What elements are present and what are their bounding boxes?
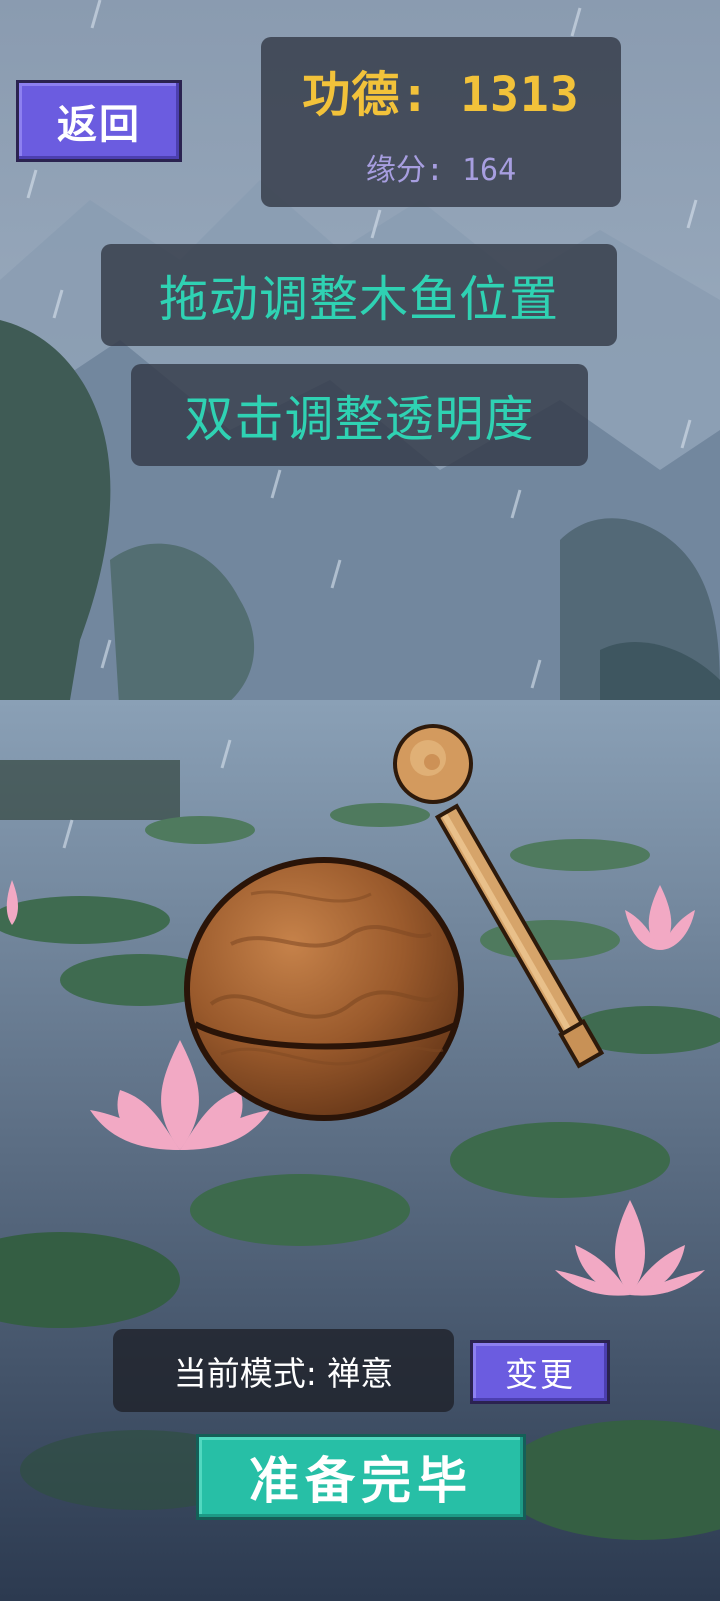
current-mode-label: 当前模式: 禅意	[173, 1353, 394, 1393]
fate-counter: 缘分: 164	[365, 153, 517, 188]
back-button[interactable]: 返回	[16, 80, 182, 162]
mode-panel: 当前模式: 禅意	[113, 1329, 454, 1412]
change-mode-button[interactable]: 变更	[470, 1340, 610, 1404]
drag-hint-panel: 拖动调整木鱼位置	[101, 244, 617, 346]
double-tap-hint-text: 双击调整透明度	[184, 390, 535, 448]
mallet-icon	[393, 724, 605, 1069]
ready-button-label: 准备完毕	[249, 1452, 473, 1510]
double-tap-hint-panel: 双击调整透明度	[131, 364, 588, 466]
score-panel: 功德: 1313 缘分: 164	[261, 37, 621, 207]
back-button-label: 返回	[57, 102, 141, 148]
merit-counter: 功德: 1313	[302, 67, 580, 123]
drag-hint-text: 拖动调整木鱼位置	[158, 270, 559, 328]
mallet[interactable]	[388, 722, 628, 1092]
change-mode-label: 变更	[505, 1355, 575, 1394]
ready-button[interactable]: 准备完毕	[196, 1434, 526, 1520]
